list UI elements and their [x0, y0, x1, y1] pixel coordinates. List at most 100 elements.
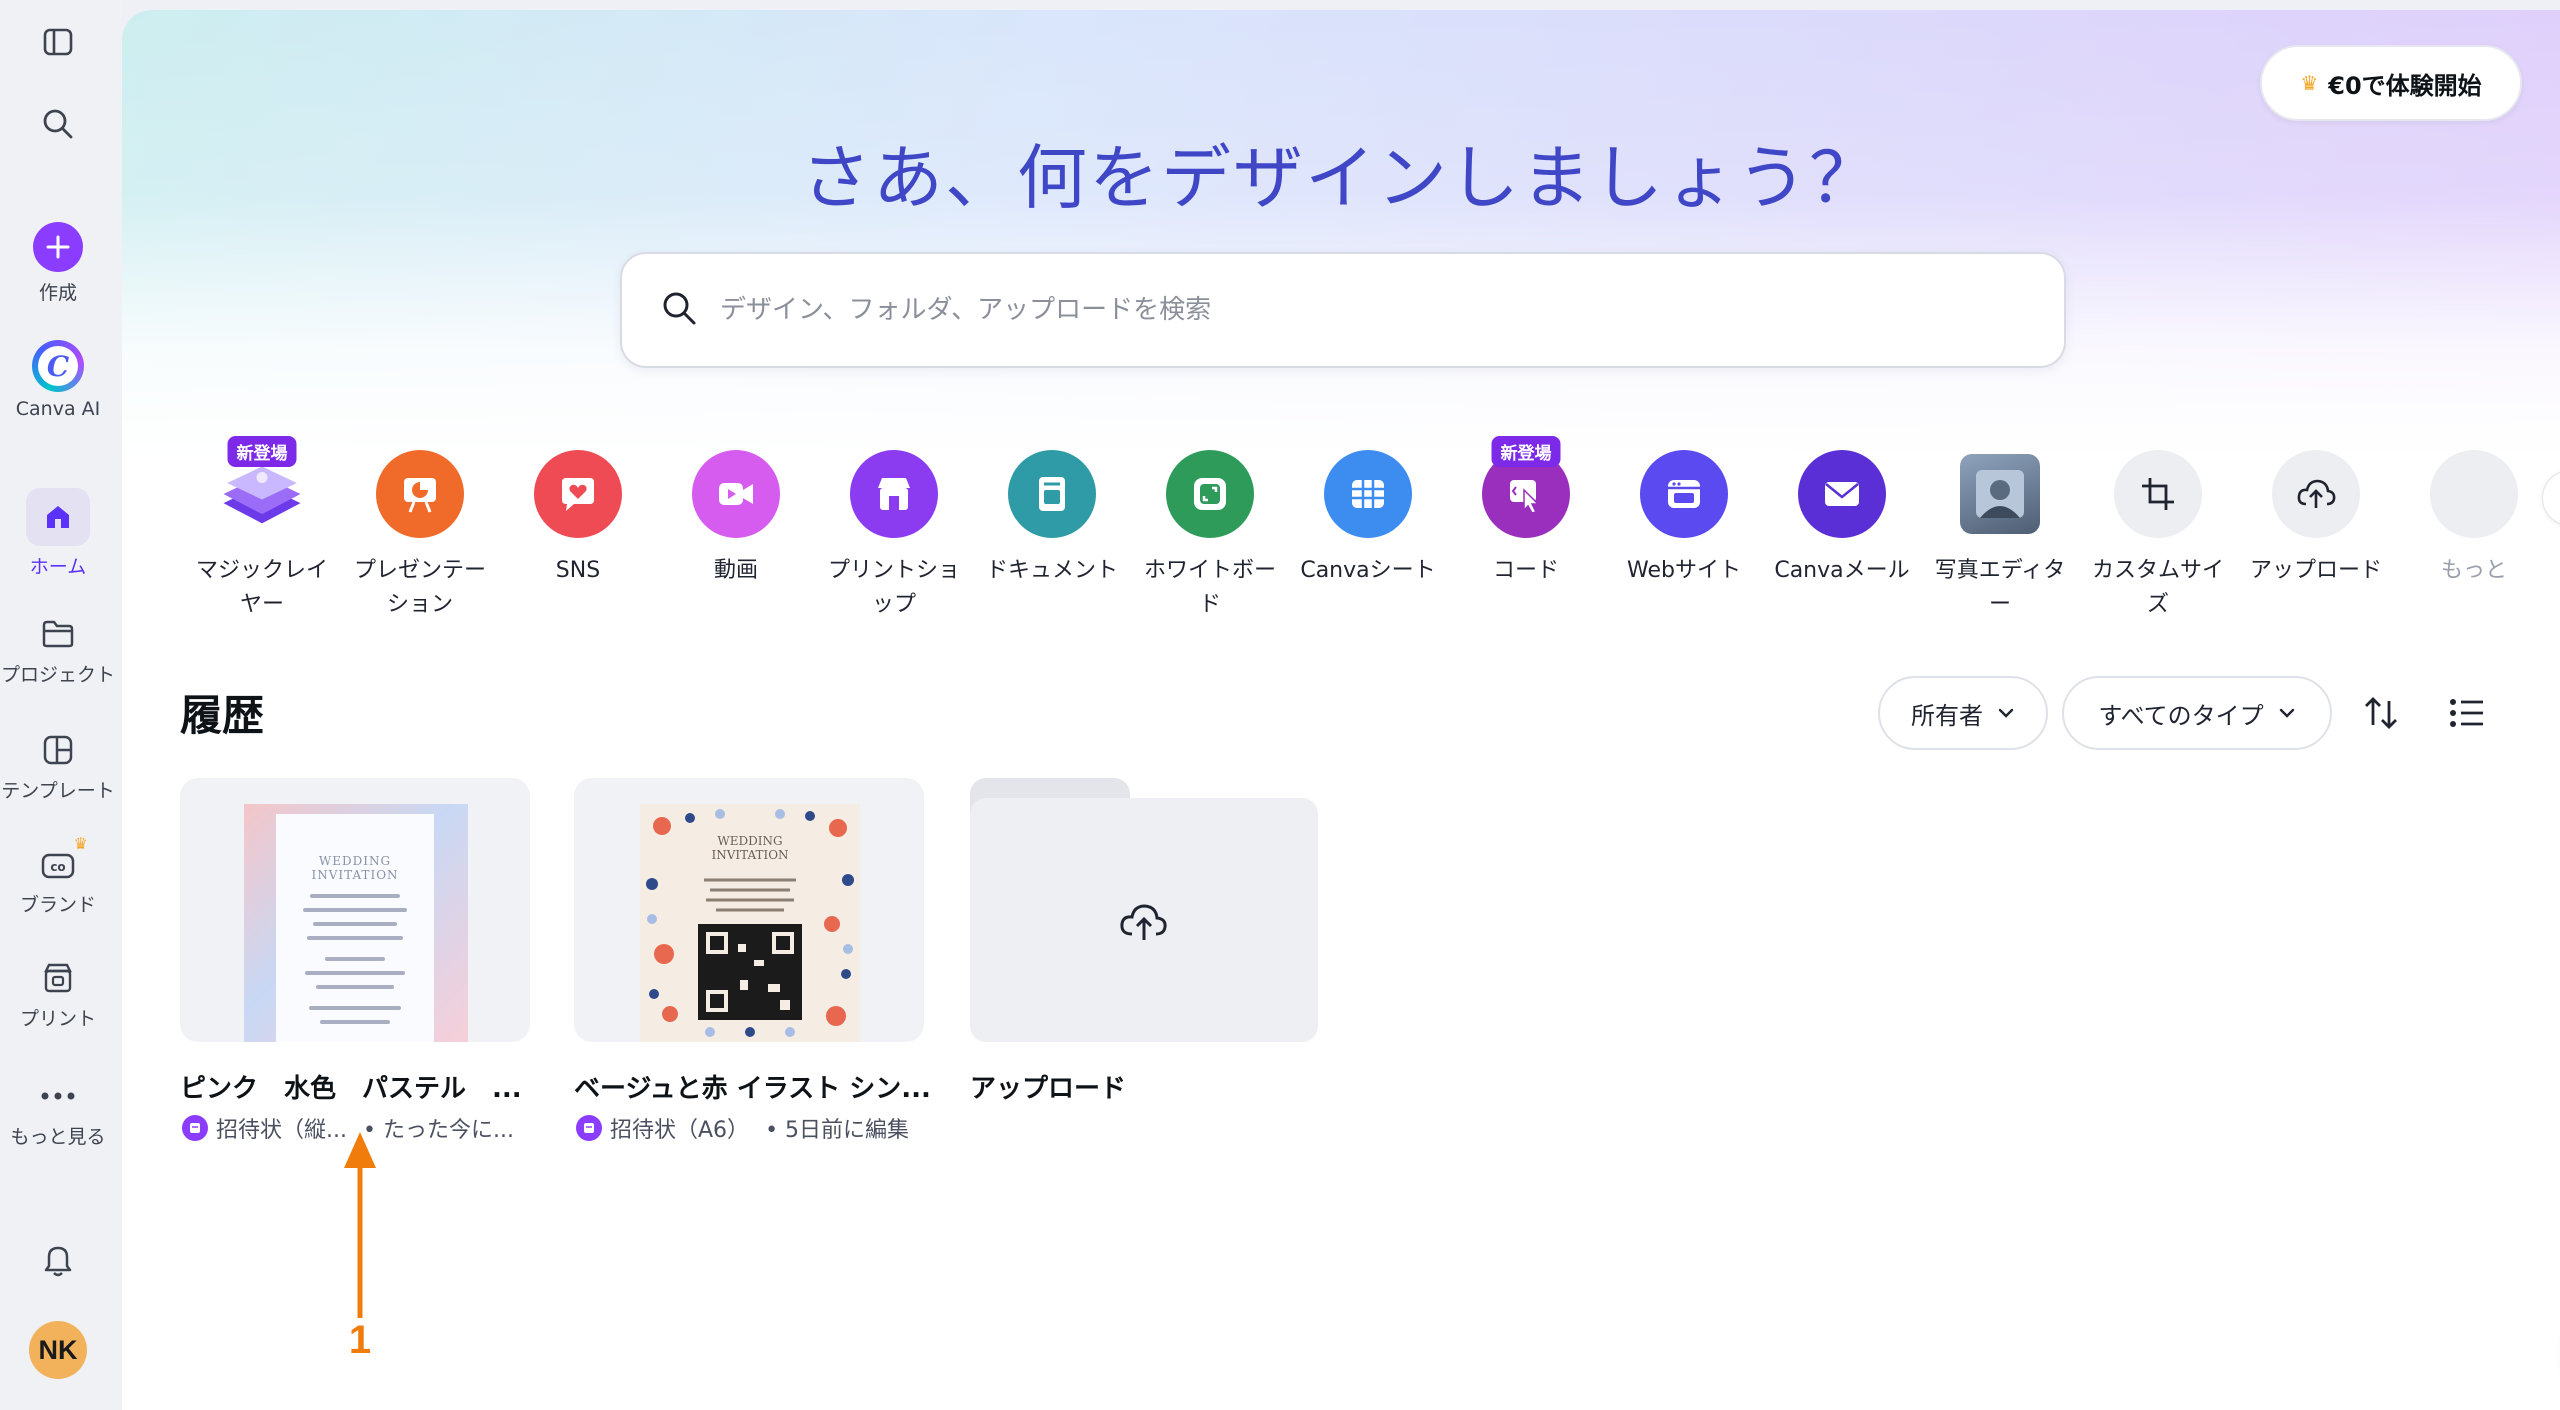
plus-icon	[33, 222, 83, 272]
sidebar-item-projects[interactable]: プロジェクト	[0, 614, 116, 687]
sidebar-item-print[interactable]: プリント	[0, 958, 116, 1031]
more-dots-icon	[38, 1076, 78, 1116]
canva-ai-icon: C	[32, 340, 84, 392]
avatar[interactable]: NK	[29, 1321, 87, 1379]
category-label: プリントショップ	[827, 558, 960, 617]
category-print-shop[interactable]: プリントショップ	[814, 450, 974, 622]
print-shop-icon	[38, 958, 78, 998]
type-filter-label: すべてのタイプ	[2098, 701, 2264, 730]
category-whiteboard[interactable]: ホワイトボード	[1130, 450, 1290, 622]
custom-size-icon	[2114, 450, 2202, 538]
design-type: 招待状（縦...	[216, 1118, 347, 1143]
home-label: ホーム	[29, 556, 87, 578]
category-more[interactable]: もっと	[2394, 450, 2554, 588]
invite-heading: WEDDING	[318, 854, 392, 868]
brand-icon: co ♛	[38, 834, 88, 884]
home-icon	[26, 488, 90, 546]
sidebar-item-more[interactable]: もっと見る	[0, 1076, 116, 1149]
print-label: プリント	[19, 1008, 96, 1030]
upload-folder[interactable]	[970, 778, 1318, 1042]
search-icon	[38, 104, 78, 144]
mail-icon	[1798, 450, 1886, 538]
sort-icon	[2365, 697, 2397, 729]
owner-filter-label: 所有者	[1911, 701, 1983, 730]
category-upload[interactable]: アップロード	[2236, 450, 2396, 588]
category-shortcuts: 新登場 マジックレイヤー プレゼンテーション SNS 動画 プリントショップ ド…	[182, 436, 2560, 650]
photo-editor-icon	[1960, 454, 2040, 534]
category-code[interactable]: 新登場 コード	[1446, 436, 1606, 588]
page-headline: さあ、何をデザインしましょう？	[801, 137, 1881, 219]
category-label: マジックレイヤー	[195, 558, 328, 617]
category-sns[interactable]: SNS	[498, 450, 658, 588]
owner-filter[interactable]: 所有者	[1878, 676, 2048, 750]
more-icon	[2430, 450, 2518, 538]
upload-cloud-icon	[2272, 450, 2360, 538]
search-input[interactable]	[720, 295, 2020, 325]
category-label: アップロード	[2249, 558, 2382, 583]
design-card-thumbnail[interactable]: WEDDING INVITATION	[180, 778, 530, 1042]
crown-icon: ♛	[73, 834, 88, 853]
new-badge: 新登場	[1491, 436, 1561, 467]
whiteboard-icon	[1166, 450, 1254, 538]
category-video[interactable]: 動画	[656, 450, 816, 588]
projects-label: プロジェクト	[0, 664, 115, 686]
chevron-down-icon	[2279, 708, 2294, 718]
type-filter[interactable]: すべてのタイプ	[2062, 676, 2332, 750]
sidebar-item-brand[interactable]: co ♛ ブランド	[0, 834, 116, 917]
design-card-title[interactable]: ベージュと赤 イラスト シン...	[574, 1068, 931, 1105]
design-card-thumbnail[interactable]: WEDDING INVITATION	[574, 778, 924, 1042]
category-magic-layers[interactable]: 新登場 マジックレイヤー	[182, 436, 342, 622]
sidebar-item-home[interactable]: ホーム	[0, 488, 116, 579]
new-badge: 新登場	[227, 436, 297, 467]
crown-icon: ♛	[2300, 71, 2319, 95]
design-card-meta: 招待状（A6） • 5日前に編集	[576, 1112, 909, 1144]
invite-subheading: INVITATION	[711, 848, 789, 862]
category-label: プレゼンテーション	[353, 558, 486, 617]
start-trial-button[interactable]: ♛ €0で体験開始	[2260, 45, 2522, 121]
category-canva-sheets[interactable]: Canvaシート	[1288, 450, 1448, 588]
canva-ai-button[interactable]: C Canva AI	[0, 340, 116, 420]
category-label: Webサイト	[1627, 558, 1741, 583]
category-document[interactable]: ドキュメント	[972, 450, 1132, 588]
more-label: もっと見る	[10, 1126, 106, 1148]
list-icon	[2450, 699, 2483, 727]
search-bar[interactable]	[620, 252, 2066, 368]
design-type: 招待状（A6）	[610, 1118, 750, 1143]
sort-button[interactable]	[2358, 690, 2404, 736]
category-photo-editor[interactable]: 写真エディター	[1920, 450, 2080, 622]
search-button[interactable]	[0, 104, 116, 144]
folder-icon	[38, 614, 78, 654]
chevron-down-icon	[1998, 708, 2014, 718]
list-view-button[interactable]	[2444, 690, 2490, 736]
category-canva-mail[interactable]: Canvaメール	[1762, 450, 1922, 588]
invitation-type-icon	[576, 1115, 602, 1141]
category-label: コード	[1492, 558, 1559, 583]
category-label: 写真エディター	[1934, 558, 2066, 617]
category-website[interactable]: Webサイト	[1604, 450, 1764, 588]
create-button[interactable]: 作成	[0, 222, 116, 305]
svg-text:co: co	[50, 860, 65, 874]
brand-label: ブランド	[19, 894, 96, 916]
website-icon	[1640, 450, 1728, 538]
floral-invitation-preview: WEDDING INVITATION	[640, 804, 860, 1042]
invitation-preview: WEDDING INVITATION	[276, 814, 434, 1042]
category-label: Canvaシート	[1300, 558, 1436, 583]
main-panel: ♛ €0で体験開始 さあ、何をデザインしましょう？ 新登場 マジックレイヤー プ…	[122, 10, 2560, 1410]
annotation-arrow-icon	[344, 1132, 376, 1318]
notifications-button[interactable]	[0, 1240, 116, 1280]
template-icon	[38, 730, 78, 770]
category-custom-size[interactable]: カスタムサイズ	[2078, 450, 2238, 622]
sidebar-item-templates[interactable]: テンプレート	[0, 730, 116, 803]
design-edited-time: • たった今に...	[362, 1118, 514, 1143]
create-label: 作成	[38, 282, 77, 304]
toggle-sidebar-button[interactable]	[0, 22, 116, 62]
shop-icon	[850, 450, 938, 538]
category-presentation[interactable]: プレゼンテーション	[340, 450, 500, 622]
category-label: ドキュメント	[985, 558, 1118, 583]
heart-chat-icon	[534, 450, 622, 538]
folder-title[interactable]: アップロード	[970, 1068, 1126, 1105]
category-label: Canvaメール	[1774, 558, 1910, 583]
design-card-title[interactable]: ピンク 水色 パステル ...	[180, 1068, 522, 1105]
category-label: ホワイトボード	[1143, 558, 1276, 617]
category-label: もっと	[2440, 558, 2507, 583]
